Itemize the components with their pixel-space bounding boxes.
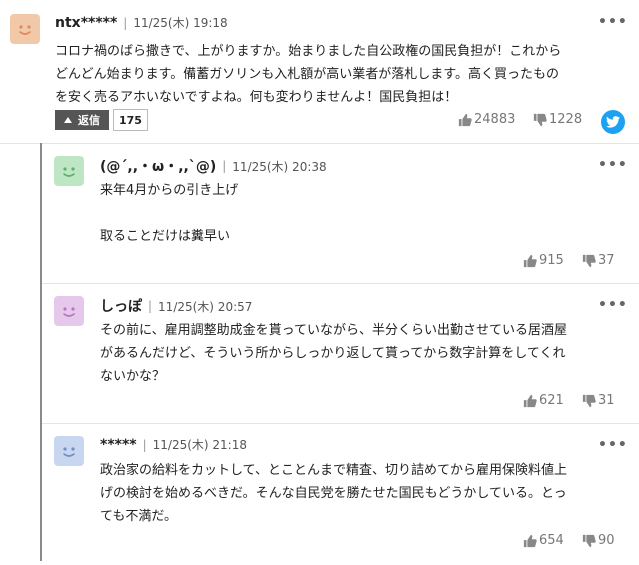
avatar-face-icon bbox=[19, 25, 31, 35]
comment-username[interactable]: ntx***** bbox=[55, 15, 117, 31]
comment-line: ても不満だ。 bbox=[100, 509, 177, 524]
like-button[interactable]: 24883 bbox=[458, 112, 515, 127]
thumbs-up-icon bbox=[523, 534, 537, 547]
more-options-icon[interactable]: ••• bbox=[598, 157, 628, 173]
dislike-count: 90 bbox=[598, 533, 615, 548]
thread-line bbox=[40, 143, 42, 561]
comment-line: 来年4月からの引き上げ bbox=[100, 183, 239, 198]
comment-line: 政治家の給料をカットして、とことんまで精査、切り詰めてから雇用保険料値上 bbox=[100, 463, 567, 478]
comment-body: コロナ禍のばら撒きで、上がりますか。始まりました自公政権の国民負担が！これから … bbox=[55, 40, 635, 109]
like-count: 24883 bbox=[474, 112, 516, 127]
like-button[interactable]: 915 bbox=[523, 253, 564, 268]
dislike-button[interactable]: 37 bbox=[582, 253, 615, 268]
divider bbox=[42, 423, 639, 424]
comment-date: 11/25(木) 21:18 bbox=[152, 438, 247, 452]
caret-up-icon bbox=[64, 117, 72, 123]
reply-count-badge[interactable]: 175 bbox=[113, 109, 148, 131]
thumbs-down-icon bbox=[533, 113, 547, 126]
comment-body: その前に、雇用調整助成金を貰っていながら、半分くらい出勤させている居酒屋 がある… bbox=[100, 319, 630, 388]
like-button[interactable]: 654 bbox=[523, 533, 564, 548]
meta-separator: | bbox=[123, 15, 128, 30]
comment-line bbox=[100, 202, 630, 225]
like-count: 621 bbox=[539, 393, 564, 408]
comment-line: げの検討を始めるべきだ。そんな自民党を勝たせた国民もどうかしている。とっ bbox=[100, 486, 567, 501]
avatar[interactable] bbox=[54, 156, 84, 186]
comment-line: ないかな？ bbox=[100, 369, 166, 384]
thumbs-up-icon bbox=[458, 113, 472, 126]
comment-line: コロナ禍のばら撒きで、上がりますか。始まりました自公政権の国民負担が！これから bbox=[55, 44, 562, 59]
divider bbox=[42, 283, 639, 284]
avatar-face-icon bbox=[63, 307, 75, 317]
more-options-icon[interactable]: ••• bbox=[598, 297, 628, 313]
reply-button-label: 返信 bbox=[78, 114, 100, 127]
dislike-button[interactable]: 1228 bbox=[533, 112, 582, 127]
dislike-count: 37 bbox=[598, 253, 615, 268]
comment-date: 11/25(木) 20:57 bbox=[158, 299, 253, 314]
dislike-count: 1228 bbox=[549, 112, 583, 127]
dislike-button[interactable]: 31 bbox=[582, 393, 615, 408]
comment-body: 政治家の給料をカットして、とことんまで精査、切り詰めてから雇用保険料値上 げの検… bbox=[100, 459, 630, 528]
comment-date: 11/25(木) 19:18 bbox=[133, 16, 228, 30]
comment-body: 来年4月からの引き上げ 取ることだけは糞早い bbox=[100, 179, 630, 248]
comment-date: 11/25(木) 20:38 bbox=[232, 159, 327, 174]
comment-line: を安く売るアホいないですよね。何も変わりませんよ！国民負担は！ bbox=[55, 90, 458, 105]
avatar[interactable] bbox=[54, 436, 84, 466]
meta-separator: | bbox=[142, 437, 147, 452]
more-options-icon[interactable]: ••• bbox=[598, 437, 628, 453]
meta-separator: | bbox=[222, 159, 227, 173]
comment-line: どんどん始まります。備蓄ガソリンも入札額が高い業者が落札します。高く買ったもの bbox=[55, 67, 560, 82]
dislike-button[interactable]: 90 bbox=[582, 533, 615, 548]
like-button[interactable]: 621 bbox=[523, 393, 564, 408]
avatar[interactable] bbox=[54, 296, 84, 326]
dislike-count: 31 bbox=[598, 393, 615, 408]
comment-line: があるんだけど、そういう所からしっかり返して貰ってから数字計算をしてくれ bbox=[100, 346, 566, 361]
thumbs-down-icon bbox=[582, 534, 596, 547]
comment-line: 取ることだけは糞早い bbox=[100, 229, 231, 244]
reply-button[interactable]: 返信 bbox=[55, 110, 109, 130]
comment-username[interactable]: (@´,,・ω・,,`@) bbox=[100, 156, 216, 176]
thumbs-down-icon bbox=[582, 394, 596, 407]
avatar[interactable] bbox=[10, 14, 40, 44]
like-count: 654 bbox=[539, 533, 564, 548]
meta-separator: | bbox=[148, 299, 153, 313]
divider bbox=[0, 143, 639, 144]
thumbs-up-icon bbox=[523, 394, 537, 407]
comment-line: その前に、雇用調整助成金を貰っていながら、半分くらい出勤させている居酒屋 bbox=[100, 323, 567, 338]
thumbs-up-icon bbox=[523, 254, 537, 267]
like-count: 915 bbox=[539, 253, 564, 268]
avatar-face-icon bbox=[63, 447, 75, 457]
comment-username[interactable]: しっぽ bbox=[100, 296, 142, 316]
more-options-icon[interactable]: ••• bbox=[598, 14, 628, 30]
thumbs-down-icon bbox=[582, 254, 596, 267]
twitter-icon[interactable] bbox=[601, 110, 625, 134]
avatar-face-icon bbox=[63, 167, 75, 177]
comment-username[interactable]: ***** bbox=[100, 437, 137, 453]
